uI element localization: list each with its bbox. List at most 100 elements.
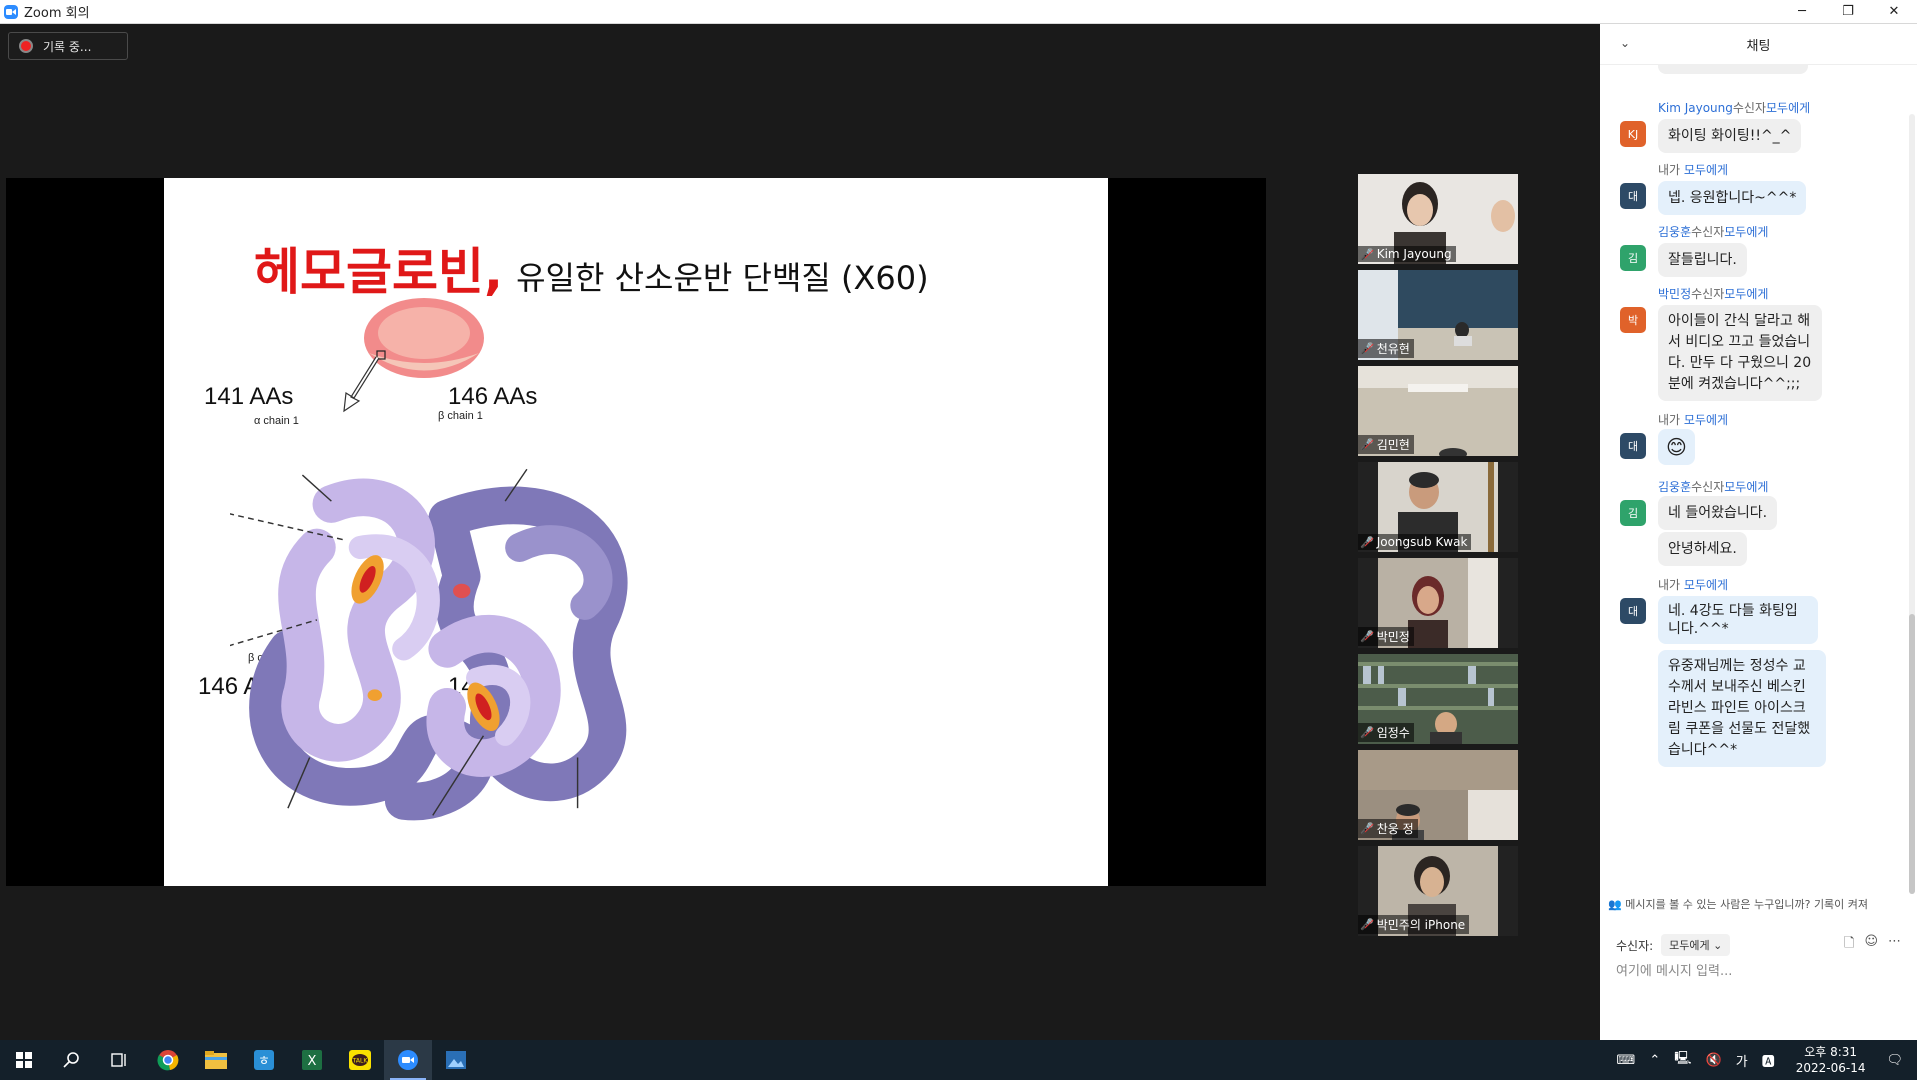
muted-mic-icon: 🎤̸: [1360, 438, 1374, 451]
sender-name: 내가: [1658, 578, 1681, 592]
svg-text:TALK: TALK: [352, 1058, 369, 1065]
slide-title-text: 유일한 산소운반 단백질 (X60): [516, 259, 929, 297]
touch-keyboard-icon[interactable]: ⌨: [1617, 1053, 1636, 1068]
excel-icon[interactable]: X: [288, 1040, 336, 1080]
windows-taskbar: ㅎ X TALK ⌨ ⌃ 🖳 🔇 가 🅰 오후 8:31 2022-06-14 …: [0, 1040, 1917, 1080]
participant-name: 찬웅 정: [1376, 822, 1414, 836]
aa-label-top-right: 146 AAs: [448, 383, 538, 410]
participant-name: Joongsub Kwak: [1376, 535, 1468, 549]
clock[interactable]: 오후 8:31 2022-06-14: [1796, 1044, 1866, 1076]
task-view-icon[interactable]: [96, 1040, 144, 1080]
participant-name: 박민정: [1376, 630, 1410, 644]
recipient-name: 모두에게: [1683, 413, 1729, 427]
emoji-icon[interactable]: ☺: [1864, 934, 1878, 956]
muted-mic-icon: 🎤̸: [1360, 918, 1374, 931]
meeting-area: 기록 중... 헤모글로빈, 유일한 산소운반 단백질 (X60) 141 AA…: [0, 24, 1600, 1040]
sender-name: 내가: [1658, 413, 1681, 427]
window-title-bar: Zoom 회의 ─ ❐ ✕: [0, 0, 1917, 24]
scrollbar-thumb[interactable]: [1909, 614, 1915, 894]
window-title: Zoom 회의: [24, 6, 90, 21]
aa-label-top-left: 141 AAs: [204, 383, 294, 410]
start-icon[interactable]: [0, 1040, 48, 1080]
participant-tile[interactable]: 🎤̸ 임정수: [1358, 654, 1518, 744]
avatar: KJ: [1620, 121, 1646, 147]
recipient-name: 모두에게: [1724, 225, 1769, 239]
participant-name: 김민현: [1376, 438, 1410, 452]
photos-icon[interactable]: [432, 1040, 480, 1080]
chat-message: 김웅훈수신자모두에게 김 잘들립니다.: [1620, 223, 1900, 283]
recipient-select-value: 모두에게: [1669, 939, 1710, 952]
chevron-down-icon[interactable]: ⌄: [1620, 36, 1630, 50]
avatar: 박: [1620, 307, 1646, 333]
chat-scrollbar[interactable]: [1909, 114, 1915, 894]
participant-name: Kim Jayoung: [1376, 247, 1452, 261]
chat-header: ⌄ 채팅: [1600, 24, 1917, 65]
muted-mic-icon: 🎤̸: [1360, 822, 1374, 835]
svg-text:ㅎ: ㅎ: [258, 1054, 270, 1069]
chat-message: 박민정수신자모두에게 박 아이들이 간식 달라고 해서 비디오 끄고 들었습니다…: [1620, 285, 1900, 415]
chrome-icon[interactable]: [144, 1040, 192, 1080]
participant-tile[interactable]: 🎤̸ 찬웅 정: [1358, 750, 1518, 840]
privacy-notice[interactable]: 👥 메시지를 볼 수 있는 사람은 누구입니까? 기록이 켜져: [1608, 896, 1908, 912]
recipient-prefix: 수신자: [1691, 480, 1725, 494]
search-icon[interactable]: [48, 1040, 96, 1080]
system-tray: ⌨ ⌃ 🖳 🔇 가 🅰 오후 8:31 2022-06-14 🗨: [1610, 1040, 1917, 1080]
more-icon[interactable]: ⋯: [1888, 934, 1901, 956]
message-meta: 내가 모두에게: [1658, 411, 1728, 428]
muted-mic-icon: 🎤̸: [1360, 247, 1374, 261]
recipient-name: 모두에게: [1724, 480, 1769, 494]
recipient-prefix: 수신자: [1691, 225, 1725, 239]
chat-message: 내가 모두에게 대 넵. 응원합니다~^^*: [1620, 161, 1900, 221]
shared-slide: 헤모글로빈, 유일한 산소운반 단백질 (X60) 141 AAs 146 AA…: [164, 178, 1108, 886]
hancom-icon[interactable]: ㅎ: [240, 1040, 288, 1080]
chat-message-list[interactable]: Kim Jayoung수신자모두에게 KJ 화이팅 화이팅!!^_^ 내가 모두…: [1600, 64, 1917, 914]
participant-tile[interactable]: 🎤̸ Joongsub Kwak: [1358, 462, 1518, 552]
message-meta: 내가 모두에게: [1658, 576, 1728, 593]
volume-muted-icon[interactable]: 🔇: [1706, 1053, 1722, 1068]
avatar: 김: [1620, 245, 1646, 271]
chat-message-input[interactable]: 여기에 메시지 입력...: [1616, 960, 1732, 979]
minimize-button[interactable]: ─: [1779, 0, 1825, 23]
file-icon[interactable]: 🗋: [1844, 934, 1854, 956]
people-icon: 👥: [1608, 898, 1622, 911]
file-explorer-icon[interactable]: [192, 1040, 240, 1080]
message-meta: 내가 모두에게: [1658, 161, 1728, 178]
zoom-arrow-icon: [343, 356, 380, 413]
message-bubble: 네 들어왔습니다.: [1658, 496, 1778, 530]
hemoglobin-structure-illustration: [230, 468, 628, 821]
restore-button[interactable]: ❐: [1825, 0, 1871, 23]
clock-date: 2022-06-14: [1795, 1061, 1866, 1075]
network-icon[interactable]: 🖳: [1674, 1049, 1691, 1071]
recipient-prefix: 수신자: [1691, 287, 1725, 301]
recipient-label: 수신자:: [1616, 938, 1654, 953]
participant-gallery: 🎤̸ Kim Jayoung 🎤̸ 천유현 🎤̸ 김민현 🎤̸ Joongsub Kwa…: [1358, 174, 1518, 942]
participant-tile[interactable]: 🎤̸ 박민정: [1358, 558, 1518, 648]
message-meta: 김웅훈수신자모두에게: [1658, 478, 1768, 495]
notification-icon[interactable]: 🗨: [1886, 1053, 1903, 1068]
participant-tile[interactable]: 🎤̸ 천유현: [1358, 270, 1518, 360]
recipient-name: 모두에게: [1724, 287, 1769, 301]
participant-tile[interactable]: 🎤̸ 박민주의 iPhone: [1358, 846, 1518, 936]
kakaotalk-icon[interactable]: TALK: [336, 1040, 384, 1080]
zoom-logo-icon: [4, 4, 18, 19]
recipient-select[interactable]: 모두에게 ⌄: [1661, 934, 1731, 956]
message-bubble: 안녕하세요.: [1658, 532, 1747, 566]
participant-tile[interactable]: 🎤̸ Kim Jayoung: [1358, 174, 1518, 264]
message-meta: 김웅훈수신자모두에게: [1658, 223, 1768, 240]
participant-tile[interactable]: 🎤̸ 김민현: [1358, 366, 1518, 456]
record-dot-icon: [19, 39, 33, 53]
muted-mic-icon: 🎤̸: [1360, 535, 1374, 549]
slide-title: 헤모글로빈, 유일한 산소운반 단백질 (X60): [254, 232, 929, 304]
recipient-prefix: 수신자: [1732, 101, 1766, 115]
show-hidden-icons-icon[interactable]: ⌃: [1649, 1053, 1660, 1068]
zoom-icon[interactable]: [384, 1040, 432, 1080]
recording-indicator[interactable]: 기록 중...: [8, 32, 128, 60]
ime-mode-icon[interactable]: 🅰: [1762, 1051, 1775, 1070]
avatar: 대: [1620, 433, 1646, 459]
ime-indicator[interactable]: 가: [1736, 1051, 1748, 1070]
chat-message: 내가 모두에게 대 😊: [1620, 411, 1900, 471]
close-button[interactable]: ✕: [1871, 0, 1917, 23]
muted-mic-icon: 🎤̸: [1360, 342, 1374, 355]
recipient-name: 모두에게: [1766, 101, 1811, 115]
avatar: 김: [1620, 500, 1646, 526]
